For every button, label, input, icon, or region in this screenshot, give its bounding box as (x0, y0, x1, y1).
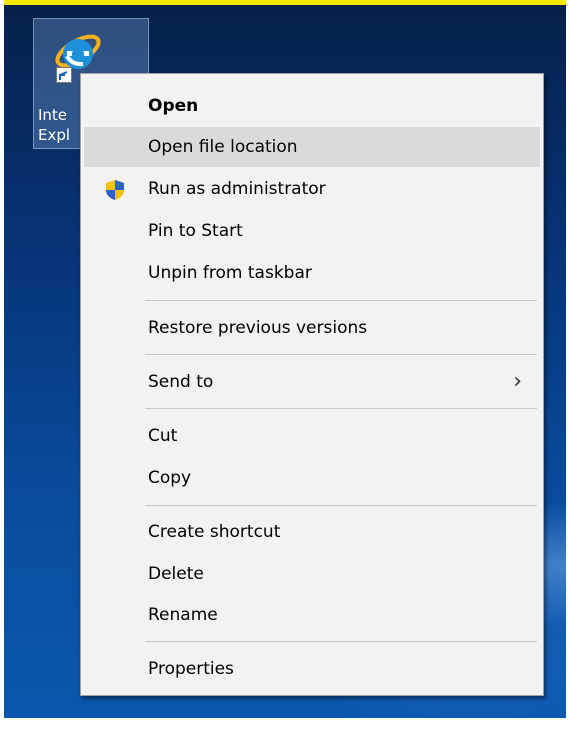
menu-item-label: Unpin from taskbar (148, 263, 312, 283)
menu-item-restore-previous-versions[interactable]: Restore previous versions (84, 308, 540, 348)
menu-separator (145, 300, 537, 301)
menu-separator (145, 505, 537, 506)
chevron-right-icon: › (513, 369, 522, 394)
menu-item-label: Open (148, 96, 199, 116)
menu-item-run-as-administrator[interactable]: Run as administrator (84, 169, 540, 209)
desktop: Inte Expl Open Open file location Run as… (4, 5, 566, 718)
menu-separator (145, 354, 537, 355)
menu-item-label: Delete (148, 564, 204, 584)
context-menu: Open Open file location Run as administr… (80, 73, 544, 696)
menu-item-delete[interactable]: Delete (84, 554, 540, 594)
menu-item-label: Send to (148, 372, 214, 392)
menu-item-rename[interactable]: Rename (84, 595, 540, 635)
menu-item-pin-to-start[interactable]: Pin to Start (84, 211, 540, 251)
menu-item-label: Copy (148, 468, 192, 488)
menu-item-copy[interactable]: Copy (84, 458, 540, 498)
shield-icon (106, 180, 124, 200)
menu-item-open[interactable]: Open (84, 86, 540, 126)
menu-item-label: Rename (148, 605, 218, 625)
menu-item-cut[interactable]: Cut (84, 416, 540, 456)
menu-item-label: Run as administrator (148, 179, 326, 199)
menu-item-send-to[interactable]: Send to › (84, 362, 540, 402)
menu-separator (145, 641, 537, 642)
menu-separator (145, 408, 537, 409)
menu-item-label: Properties (148, 659, 234, 679)
menu-item-properties[interactable]: Properties (84, 649, 540, 689)
menu-item-label: Pin to Start (148, 221, 243, 241)
menu-item-label: Open file location (148, 137, 298, 157)
menu-item-label: Create shortcut (148, 522, 281, 542)
menu-item-label: Restore previous versions (148, 318, 368, 338)
menu-item-unpin-from-taskbar[interactable]: Unpin from taskbar (84, 253, 540, 293)
shortcut-arrow-icon (56, 67, 72, 83)
menu-item-create-shortcut[interactable]: Create shortcut (84, 512, 540, 552)
menu-item-open-file-location[interactable]: Open file location (84, 127, 540, 167)
menu-item-label: Cut (148, 426, 178, 446)
